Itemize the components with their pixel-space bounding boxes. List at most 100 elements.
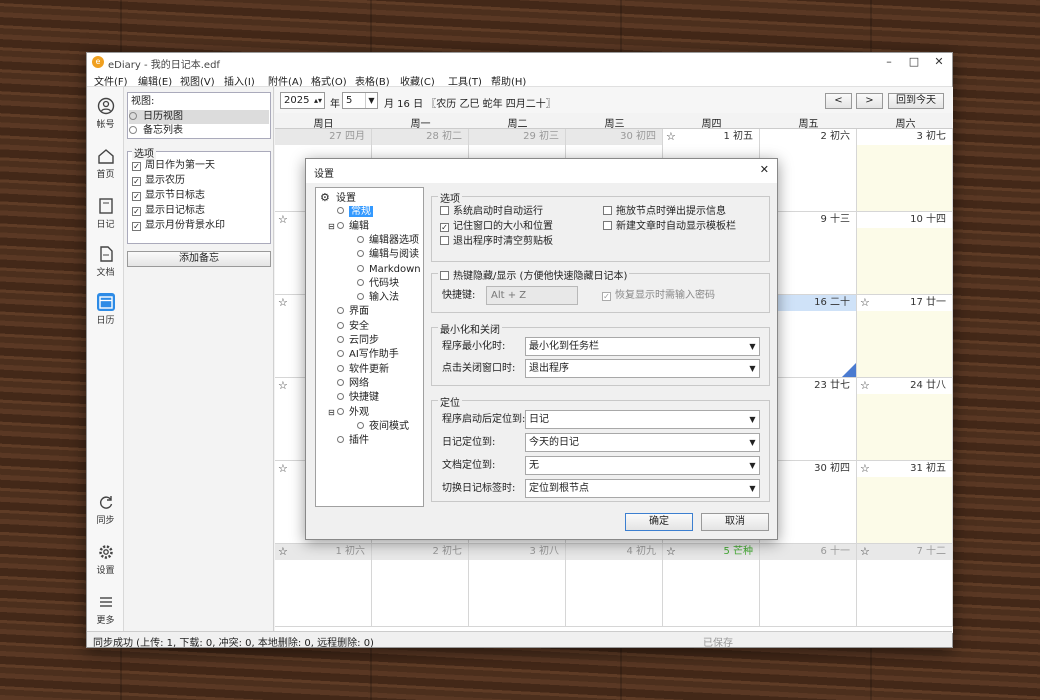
tree-item-1[interactable]: 常规 — [328, 205, 373, 219]
star-icon[interactable]: ☆ — [278, 380, 288, 392]
tree-item-8[interactable]: 界面 — [328, 305, 369, 319]
dialog-close-button[interactable]: ✕ — [760, 163, 769, 176]
option-item[interactable]: ✓ 显示节日标志 — [132, 189, 205, 203]
sidebar-item-menu[interactable]: 更多 — [87, 593, 124, 626]
star-icon[interactable]: ☆ — [860, 297, 870, 309]
star-icon[interactable]: ☆ — [860, 546, 870, 558]
next-month-button[interactable]: > — [856, 93, 883, 109]
star-icon[interactable]: ☆ — [278, 297, 288, 309]
calendar-day-cell[interactable]: 3 初七 — [857, 129, 953, 212]
checkbox-icon[interactable] — [440, 206, 449, 215]
checkbox-icon[interactable] — [440, 271, 449, 280]
dialog-option[interactable]: 新建文章时自动显示模板栏 — [603, 220, 736, 234]
star-icon[interactable]: ☆ — [278, 214, 288, 226]
dialog-option[interactable]: ✓ 记住窗口的大小和位置 — [440, 220, 553, 234]
calendar-day-cell[interactable]: 3 初八 — [469, 544, 566, 627]
close-button[interactable]: ✕ — [928, 54, 950, 69]
dropdown-arrow-icon[interactable]: ▼ — [746, 411, 759, 428]
dropdown-select[interactable]: 今天的日记 ▼ — [525, 433, 760, 452]
dropdown-arrow-icon[interactable]: ▼ — [746, 360, 759, 377]
sidebar-item-account[interactable]: 帐号 — [87, 97, 124, 130]
view-item-memo[interactable]: 备忘列表 — [129, 124, 183, 138]
dropdown-select[interactable]: 定位到根节点 ▼ — [525, 479, 760, 498]
calendar-day-cell[interactable]: 2 初七 — [372, 544, 469, 627]
view-item-calendar[interactable]: 日历视图 — [129, 110, 269, 124]
expand-icon[interactable]: ⊟ — [328, 406, 337, 420]
dropdown-select[interactable]: 最小化到任务栏 ▼ — [525, 337, 760, 356]
sidebar-item-settings[interactable]: 设置 — [87, 543, 124, 576]
dropdown-arrow-icon[interactable]: ▼ — [746, 338, 759, 355]
dropdown-select[interactable]: 无 ▼ — [525, 456, 760, 475]
dropdown-select[interactable]: 日记 ▼ — [525, 410, 760, 429]
calendar-day-cell[interactable]: 7 十二 ☆ — [857, 544, 953, 627]
checkbox-icon[interactable] — [603, 206, 612, 215]
menu-item[interactable]: 编辑(E) — [138, 73, 172, 88]
checkbox-icon[interactable]: ✓ — [132, 162, 141, 171]
maximize-button[interactable]: □ — [903, 54, 925, 69]
star-icon[interactable]: ☆ — [666, 546, 676, 558]
minimize-button[interactable]: – — [878, 54, 900, 69]
calendar-day-cell[interactable]: 6 十一 — [760, 544, 857, 627]
tree-item-2[interactable]: ⊟ 编辑 — [328, 220, 369, 234]
star-icon[interactable]: ☆ — [278, 546, 288, 558]
calendar-day-cell[interactable]: 24 廿八 ☆ — [857, 378, 953, 461]
checkbox-icon[interactable] — [603, 221, 612, 230]
shortcut-input[interactable]: Alt + Z — [486, 286, 578, 305]
checkbox-icon[interactable]: ✓ — [132, 192, 141, 201]
sidebar-item-diary[interactable]: 日记 — [87, 197, 124, 230]
month-select[interactable]: 5 ▼ — [342, 92, 378, 109]
checkbox-icon[interactable] — [440, 236, 449, 245]
hotkey-toggle[interactable]: 热键隐藏/显示 (方便他快速隐藏日记本) — [438, 267, 630, 282]
today-button[interactable]: 回到今天 — [888, 93, 944, 109]
menu-item[interactable]: 表格(B) — [355, 73, 390, 88]
sidebar-item-document[interactable]: 文档 — [87, 245, 124, 278]
option-item[interactable]: ✓ 显示农历 — [132, 174, 185, 188]
checkbox-icon[interactable]: ✓ — [440, 223, 449, 232]
menu-item[interactable]: 收藏(C) — [400, 73, 435, 88]
expand-icon[interactable]: ⊟ — [328, 220, 337, 234]
checkbox-icon[interactable]: ✓ — [132, 207, 141, 216]
star-icon[interactable]: ☆ — [278, 463, 288, 475]
tree-item-12[interactable]: 软件更新 — [328, 363, 389, 377]
calendar-day-cell[interactable]: 4 初九 — [566, 544, 663, 627]
add-memo-button[interactable]: 添加备忘 — [127, 251, 271, 267]
menu-item[interactable]: 格式(O) — [311, 73, 347, 88]
menu-item[interactable]: 附件(A) — [268, 73, 303, 88]
checkbox-icon[interactable]: ✓ — [132, 222, 141, 231]
option-item[interactable]: ✓ 周日作为第一天 — [132, 159, 215, 173]
sidebar-item-home[interactable]: 首页 — [87, 147, 124, 180]
star-icon[interactable]: ☆ — [860, 463, 870, 475]
star-icon[interactable]: ☆ — [860, 380, 870, 392]
calendar-day-cell[interactable]: 5 芒种 ☆ — [663, 544, 760, 627]
tree-item-0[interactable]: ⚙ 设置 — [320, 191, 356, 205]
cancel-button[interactable]: 取消 — [701, 513, 769, 531]
dropdown-select[interactable]: 退出程序 ▼ — [525, 359, 760, 378]
tree-item-16[interactable]: 夜间模式 — [348, 420, 409, 434]
calendar-day-cell[interactable]: 31 初五 ☆ — [857, 461, 953, 544]
menu-item[interactable]: 视图(V) — [180, 73, 215, 88]
tree-item-11[interactable]: AI写作助手 — [328, 348, 399, 362]
tree-item-6[interactable]: 代码块 — [348, 277, 399, 291]
menu-item[interactable]: 插入(I) — [224, 73, 255, 88]
menu-item[interactable]: 帮助(H) — [491, 73, 526, 88]
tree-item-14[interactable]: 快捷键 — [328, 391, 379, 405]
dropdown-arrow-icon[interactable]: ▼ — [365, 93, 377, 108]
dialog-option[interactable]: 拖放节点时弹出提示信息 — [603, 205, 726, 219]
dialog-option[interactable]: 退出程序时清空剪贴板 — [440, 235, 553, 249]
tree-item-9[interactable]: 安全 — [328, 320, 369, 334]
tree-item-17[interactable]: 插件 — [328, 434, 369, 448]
star-icon[interactable]: ☆ — [666, 131, 676, 143]
tree-item-7[interactable]: 输入法 — [348, 291, 399, 305]
checkbox-icon[interactable]: ✓ — [602, 292, 611, 301]
tree-item-5[interactable]: Markdown — [348, 263, 421, 277]
tree-item-13[interactable]: 网络 — [328, 377, 369, 391]
calendar-day-cell[interactable]: 1 初六 ☆ — [275, 544, 372, 627]
calendar-day-cell[interactable]: 17 廿一 ☆ — [857, 295, 953, 378]
restore-password-option[interactable]: ✓ 恢复显示时需输入密码 — [602, 289, 715, 303]
dropdown-arrow-icon[interactable]: ▼ — [746, 480, 759, 497]
dropdown-arrow-icon[interactable]: ▼ — [746, 457, 759, 474]
prev-month-button[interactable]: < — [825, 93, 852, 109]
spin-arrows-icon[interactable]: ▴▾ — [314, 93, 322, 108]
option-item[interactable]: ✓ 显示日记标志 — [132, 204, 205, 218]
year-spinner[interactable]: 2025 ▴▾ — [280, 92, 325, 109]
